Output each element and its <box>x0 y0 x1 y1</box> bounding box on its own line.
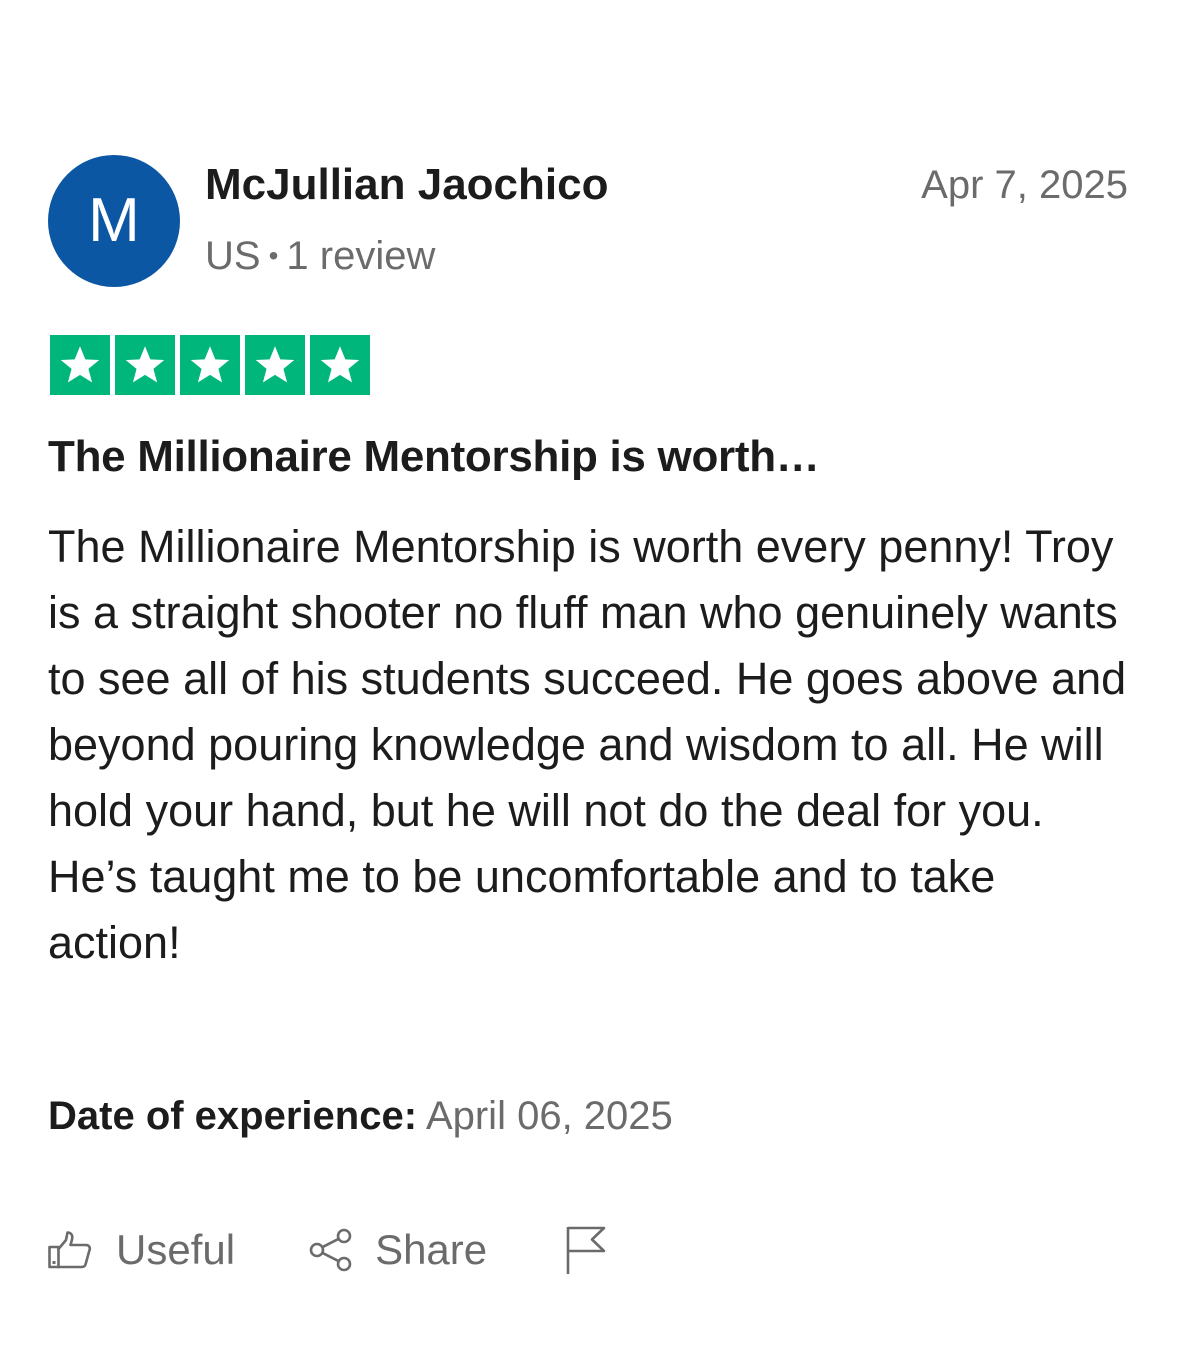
star-rating <box>50 335 370 395</box>
share-button[interactable]: Share <box>309 1226 487 1274</box>
review-title[interactable]: The Millionaire Mentorship is worth… <box>48 432 820 482</box>
star-icon <box>190 346 230 383</box>
star-icon <box>320 346 360 383</box>
star-icon <box>60 346 100 383</box>
star-4 <box>245 335 305 395</box>
reviewer-name[interactable]: McJullian Jaochico <box>205 160 608 210</box>
review-actions: Useful Share <box>48 1222 607 1278</box>
report-button[interactable] <box>565 1225 607 1275</box>
star-3 <box>180 335 240 395</box>
meta-separator: • <box>268 240 279 271</box>
date-of-experience: Date of experience: April 06, 2025 <box>48 1094 673 1139</box>
reviewer-review-count: 1 review <box>286 234 436 278</box>
star-1 <box>50 335 110 395</box>
star-5 <box>310 335 370 395</box>
share-label: Share <box>375 1226 488 1273</box>
star-icon <box>125 346 165 383</box>
reviewer-meta: US • 1 review <box>205 234 435 279</box>
review-body: The Millionaire Mentorship is worth ever… <box>48 521 1127 968</box>
flag-icon <box>566 1226 606 1274</box>
star-icon <box>255 346 295 383</box>
review-date: Apr 7, 2025 <box>921 163 1128 207</box>
share-icon <box>309 1228 352 1272</box>
useful-label: Useful <box>116 1226 236 1273</box>
avatar[interactable]: M <box>48 155 180 287</box>
star-2 <box>115 335 175 395</box>
thumbs-up-icon <box>48 1231 92 1269</box>
experience-date: April 06, 2025 <box>425 1094 673 1138</box>
experience-label: Date of experience: <box>48 1094 418 1138</box>
useful-button[interactable]: Useful <box>48 1226 235 1274</box>
reviewer-country: US <box>205 234 261 278</box>
